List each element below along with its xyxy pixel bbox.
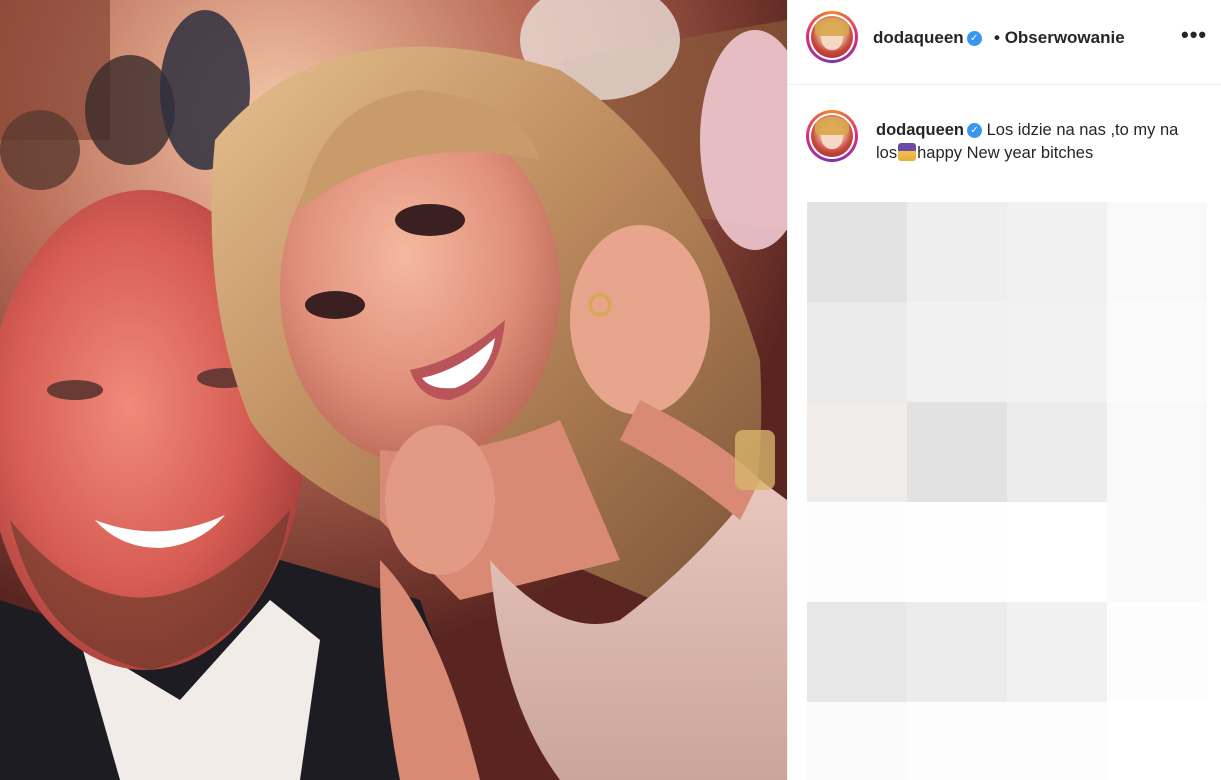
follow-button[interactable]: Obserwowanie: [1005, 28, 1125, 47]
blurred-cell: [907, 602, 1007, 702]
blurred-cell: [807, 202, 907, 302]
blurred-cell: [807, 302, 907, 402]
blurred-cell: [1007, 602, 1107, 702]
blurred-cell: [1107, 502, 1207, 602]
blurred-cell: [807, 402, 907, 502]
verified-badge-icon: ✓: [966, 31, 982, 47]
profile-avatar[interactable]: [806, 11, 858, 63]
separator-dot: •: [994, 28, 1000, 47]
blurred-cell: [1107, 202, 1207, 302]
blurred-cell: [1007, 302, 1107, 402]
avatar-image: [811, 16, 853, 58]
follow-status[interactable]: • Obserwowanie: [994, 28, 1125, 48]
blurred-cell: [907, 502, 1007, 602]
post-photo[interactable]: [0, 0, 787, 780]
blurred-cell: [1007, 702, 1107, 780]
selfie-photo: [0, 0, 787, 780]
avatar-image: [811, 115, 853, 157]
blurred-cell: [1107, 602, 1207, 702]
post-details-panel: dodaqueen ✓ • Obserwowanie ••• dodaqueen ✓…: [787, 0, 1221, 780]
blurred-cell: [907, 702, 1007, 780]
caption-username[interactable]: dodaqueen: [876, 121, 964, 139]
blurred-cell: [907, 202, 1007, 302]
blurred-cell: [1007, 402, 1107, 502]
blurred-cell: [1007, 502, 1107, 602]
caption-avatar[interactable]: [806, 110, 858, 162]
blurred-cell: [807, 502, 907, 602]
caption-text-after: happy New year bitches: [917, 144, 1094, 162]
header-username-row: dodaqueen ✓: [873, 28, 982, 48]
verified-badge-icon: ✓: [967, 123, 983, 139]
woman-mage-emoji-icon: [898, 143, 917, 161]
header-username[interactable]: dodaqueen: [873, 28, 964, 47]
post-header: dodaqueen ✓ • Obserwowanie •••: [788, 0, 1221, 85]
blurred-cell: [907, 402, 1007, 502]
blurred-cell: [1107, 302, 1207, 402]
blurred-cell: [907, 302, 1007, 402]
blurred-cell: [1007, 202, 1107, 302]
caption-row: dodaqueen ✓ Los idzie na nas ,to my na lo…: [788, 85, 1221, 195]
blurred-comments-area: [807, 202, 1210, 780]
caption-text: dodaqueen ✓ Los idzie na nas ,to my na lo…: [876, 119, 1196, 165]
blurred-cell: [1107, 702, 1207, 780]
blurred-cell: [807, 702, 907, 780]
more-options-icon[interactable]: •••: [1181, 22, 1207, 48]
blurred-cell: [807, 602, 907, 702]
blurred-cell: [1107, 402, 1207, 502]
